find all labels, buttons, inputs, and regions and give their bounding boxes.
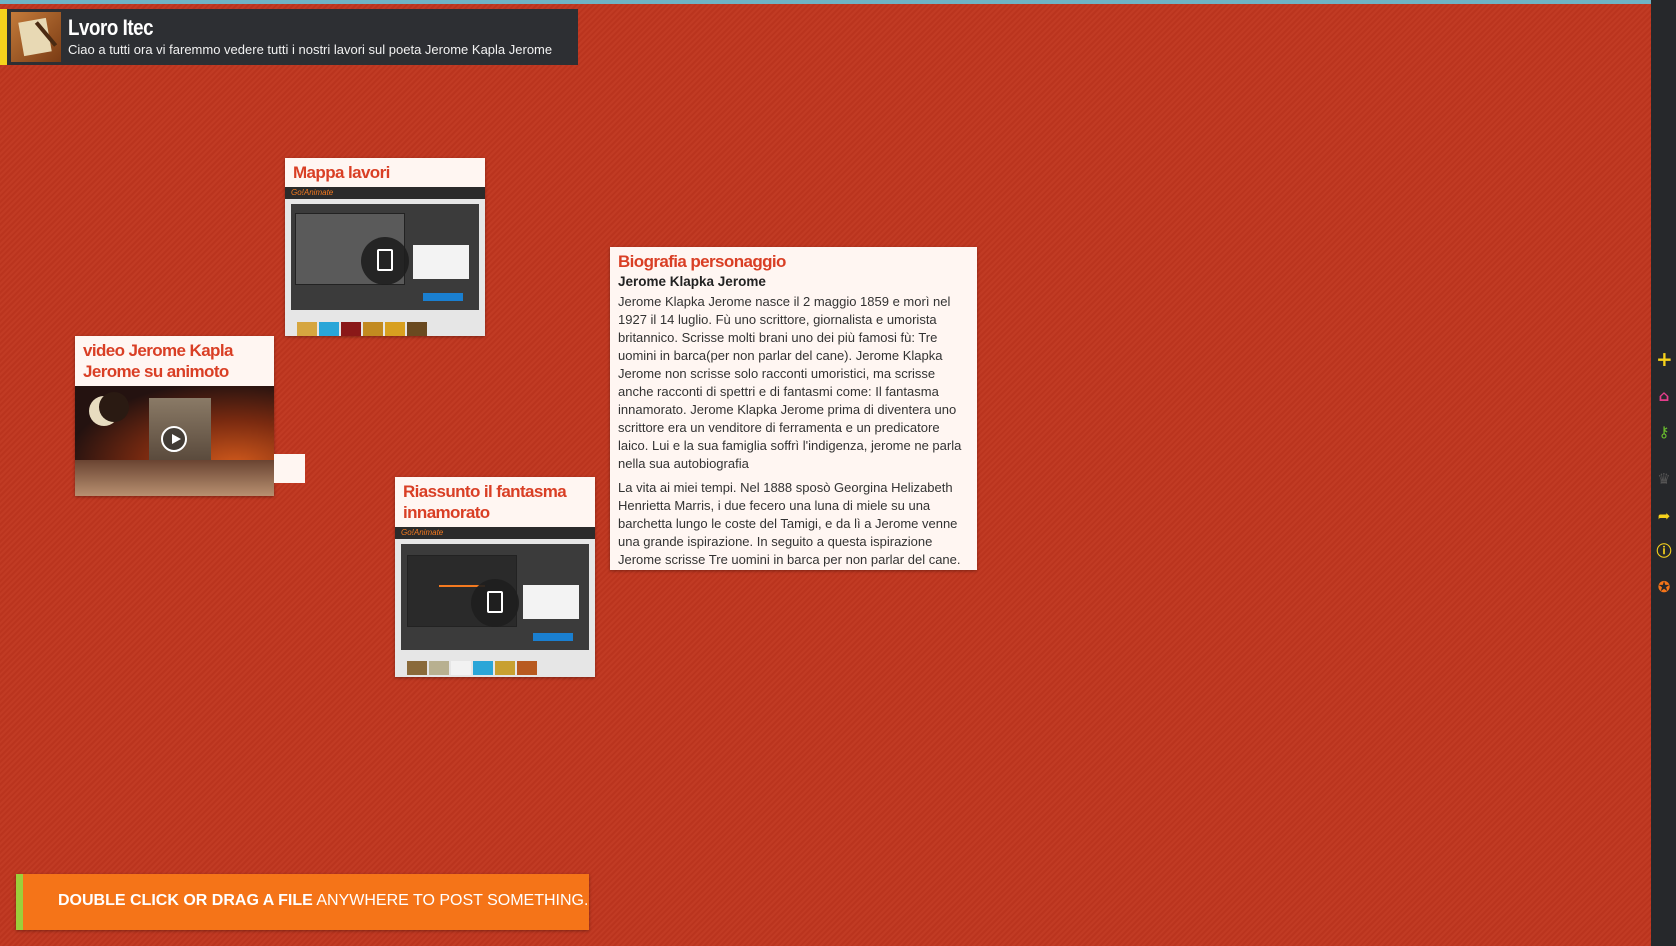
thumb-signup-panel	[523, 585, 579, 619]
thumb-signup-panel	[413, 245, 469, 279]
thumb-bar: Go!Animate	[395, 527, 595, 539]
thumb-button	[423, 293, 463, 301]
document-sheet	[377, 249, 393, 271]
ground-shape	[75, 460, 274, 496]
thumb-strip	[473, 661, 493, 675]
post-body: Jerome Klapka Jerome Jerome Klapka Jerom…	[610, 273, 977, 569]
help-icon[interactable]: ✪	[1656, 579, 1672, 595]
home-icon[interactable]: ⌂	[1656, 388, 1672, 404]
thumb-logo: Go!Animate	[401, 528, 444, 537]
post-hint-bold: DOUBLE CLICK OR DRAG A FILE	[58, 892, 313, 909]
thumb-button	[533, 633, 573, 641]
thumb-strip	[319, 322, 339, 336]
right-toolbar: + ⌂ ⚷ ♛ ➦ ⓘ ✪	[1651, 0, 1676, 946]
thumb-strip	[363, 322, 383, 336]
thumb-strip	[385, 322, 405, 336]
header-accent	[0, 9, 7, 65]
thumb-strip	[297, 322, 317, 336]
plus-icon[interactable]: +	[1656, 349, 1673, 369]
thumb-strip	[407, 322, 427, 336]
top-accent-line	[0, 0, 1676, 4]
post-hint-text: DOUBLE CLICK OR DRAG A FILE ANYWHERE TO …	[58, 892, 588, 910]
video-thumbnail[interactable]	[75, 386, 274, 496]
post-paragraph: Jerome Klapka Jerome nasce il 2 maggio 1…	[618, 294, 962, 471]
thumb-strip	[429, 661, 449, 675]
footer-accent	[16, 874, 23, 930]
wall-subtitle: Ciao a tutti ora vi faremmo vedere tutti…	[68, 42, 553, 57]
wall-avatar[interactable]	[11, 12, 61, 62]
thumb-strip	[451, 661, 471, 675]
document-sheet	[487, 591, 503, 613]
thumb-strip	[407, 661, 427, 675]
post-mappa-lavori[interactable]: Mappa lavori Go!Animate	[285, 158, 485, 336]
post-paragraph: La vita ai miei tempi. Nel 1888 sposò Ge…	[618, 480, 961, 567]
post-title: Riassunto il fantasma innamorato	[403, 482, 567, 522]
post-thumbnail[interactable]: Go!Animate	[395, 527, 595, 677]
document-icon	[471, 579, 519, 627]
share-icon[interactable]: ➦	[1656, 508, 1672, 524]
drag-handle[interactable]	[274, 454, 305, 483]
post-title: Biografia personaggio	[618, 252, 786, 271]
play-icon[interactable]	[161, 426, 187, 452]
key-icon[interactable]: ⚷	[1656, 424, 1672, 440]
post-subtitle: Jerome Klapka Jerome	[618, 274, 766, 289]
wall-header[interactable]: Lvoro Itec Ciao a tutti ora vi faremmo v…	[0, 9, 578, 65]
thumb-bar: Go!Animate	[285, 187, 485, 199]
thumb-strip	[341, 322, 361, 336]
post-video-animoto[interactable]: video Jerome Kapla Jerome su animoto	[75, 336, 274, 496]
wall-title: Lvoro Itec	[68, 15, 154, 40]
post-riassunto[interactable]: Riassunto il fantasma innamorato Go!Anim…	[395, 477, 595, 677]
info-icon[interactable]: ⓘ	[1656, 543, 1672, 559]
moon-shadow	[99, 392, 129, 422]
post-title: video Jerome Kapla Jerome su animoto	[83, 341, 233, 381]
thumb-strip	[495, 661, 515, 675]
thumb-logo: Go!Animate	[291, 188, 334, 197]
crown-icon[interactable]: ♛	[1656, 471, 1672, 487]
post-biografia[interactable]: Biografia personaggio Jerome Klapka Jero…	[610, 247, 977, 570]
thumb-strip	[517, 661, 537, 675]
post-thumbnail[interactable]: Go!Animate	[285, 187, 485, 336]
post-hint-rest: ANYWHERE TO POST SOMETHING.	[312, 892, 589, 909]
document-icon	[361, 237, 409, 285]
post-hint-banner[interactable]: DOUBLE CLICK OR DRAG A FILE ANYWHERE TO …	[16, 874, 589, 930]
post-title: Mappa lavori	[293, 163, 390, 182]
